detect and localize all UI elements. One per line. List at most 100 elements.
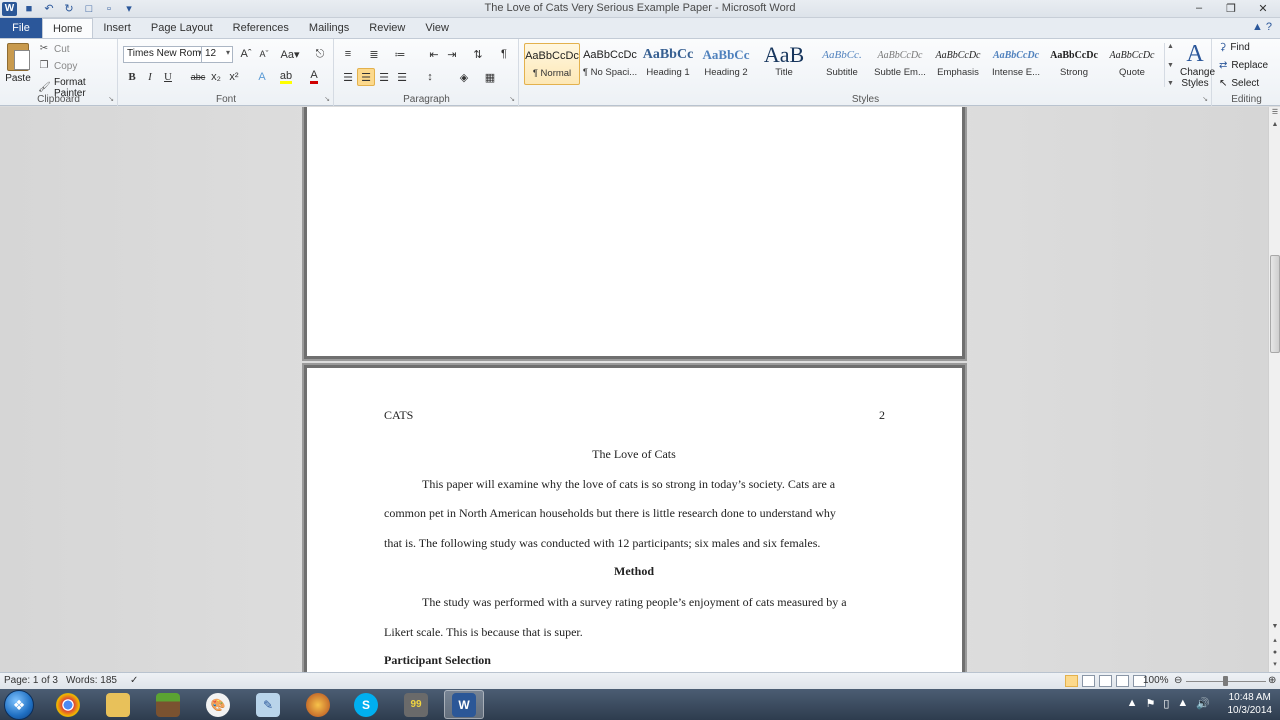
subscript-icon[interactable]: x₂ [207,68,225,86]
browse-object-icon[interactable]: ● [1269,647,1280,659]
taskbar-word[interactable]: W [444,690,484,719]
text-effects-icon[interactable]: A [253,68,271,86]
zoom-out-icon[interactable]: ⊖ [1174,675,1182,686]
bold-icon[interactable]: B [123,68,141,86]
style-intense-emphasis[interactable]: AaBbCcDc Intense E... [988,43,1044,85]
body-line[interactable]: Likert scale. This is because that is su… [384,618,884,648]
gallery-more-icon[interactable]: ▼ [1167,80,1174,87]
paste-button[interactable]: Paste [4,43,32,84]
align-right-icon[interactable]: ☰ [375,68,393,86]
body-line[interactable]: The study was performed with a survey ra… [384,588,884,618]
tab-insert[interactable]: Insert [93,18,141,38]
style-heading-2[interactable]: AaBbCc Heading 2 [698,43,754,85]
document-page-1[interactable] [307,107,962,356]
document-workspace[interactable]: CATS 2 The Love of Cats This paper will … [0,107,1268,672]
start-button[interactable]: ❖ [4,690,34,720]
change-case-icon[interactable]: Aa▾ [281,45,300,63]
help-icon[interactable]: ▲ ? [1252,21,1272,33]
font-launcher-icon[interactable]: ↘ [324,95,330,103]
chevron-up-icon[interactable]: ▲ [1167,43,1174,50]
running-head[interactable]: CATS [384,408,413,423]
taskbar-explorer[interactable] [98,690,138,719]
zoom-in-icon[interactable]: ⊕ [1268,675,1276,686]
find-button[interactable]: ⚳ Find [1219,42,1250,53]
print-layout-view-icon[interactable] [1065,675,1078,687]
increase-indent-icon[interactable]: ⇥ [443,45,461,63]
select-button[interactable]: ↖ Select [1219,78,1259,89]
web-layout-icon[interactable] [1099,675,1112,687]
scroll-thumb[interactable] [1270,255,1280,353]
style-quote[interactable]: AaBbCcDc Quote [1104,43,1160,85]
style-no-spacing[interactable]: AaBbCcDc ¶ No Spaci... [582,43,638,85]
scroll-up-icon[interactable]: ▲ [1269,119,1280,131]
scroll-down-icon[interactable]: ▼ [1269,621,1280,633]
change-styles-button[interactable]: A Change Styles [1180,41,1215,89]
decrease-indent-icon[interactable]: ⇤ [425,45,443,63]
replace-button[interactable]: ⇄ Replace [1219,60,1268,71]
tab-mailings[interactable]: Mailings [299,18,359,38]
taskbar-minecraft[interactable] [148,690,188,719]
tab-references[interactable]: References [223,18,299,38]
justify-icon[interactable]: ☰ [393,68,411,86]
highlight-color-icon[interactable]: ab [277,68,295,86]
styles-launcher-icon[interactable]: ↘ [1202,95,1208,103]
italic-icon[interactable]: I [141,68,159,86]
line-spacing-icon[interactable]: ↕ [421,68,439,86]
font-name-combo[interactable]: Times New Rom ▾ [123,46,205,63]
tab-review[interactable]: Review [359,18,415,38]
style-subtitle[interactable]: AaBbCc. Subtitle [814,43,870,85]
font-size-combo[interactable]: 12 ▾ [201,46,233,63]
outline-view-icon[interactable] [1116,675,1129,687]
method-heading[interactable]: Method [384,564,884,579]
close-icon[interactable]: ✕ [1250,0,1276,16]
tab-page-layout[interactable]: Page Layout [141,18,223,38]
clipboard-launcher-icon[interactable]: ↘ [108,95,114,103]
style-subtle-emphasis[interactable]: AaBbCcDc Subtle Em... [872,43,928,85]
style-normal[interactable]: AaBbCcDc ¶ Normal [524,43,580,85]
align-left-icon[interactable]: ☰ [339,68,357,86]
body-line[interactable]: common pet in North American households … [384,499,884,529]
taskbar-skype[interactable]: S [346,690,386,719]
restore-icon[interactable]: ❐ [1218,0,1244,16]
next-page-icon[interactable]: ▾ [1269,659,1280,671]
style-strong[interactable]: AaBbCcDc Strong [1046,43,1102,85]
shading-icon[interactable]: ◈ [455,68,473,86]
tab-home[interactable]: Home [42,18,94,38]
taskbar-chrome[interactable] [48,690,88,719]
font-color-icon[interactable]: A [305,68,323,86]
volume-icon[interactable]: 🔊 [1196,697,1210,710]
style-heading-1[interactable]: AaBbCc Heading 1 [640,43,696,85]
taskbar-notepad[interactable]: ✎ [248,690,288,719]
previous-page-icon[interactable]: ▴ [1269,635,1280,647]
paper-title[interactable]: The Love of Cats [384,447,884,462]
copy-button[interactable]: ❐ Copy [38,60,78,72]
cut-button[interactable]: ✂ Cut [38,43,70,55]
shrink-font-icon[interactable]: Aˇ [255,45,273,63]
tab-view[interactable]: View [415,18,459,38]
paragraph-launcher-icon[interactable]: ↘ [509,95,515,103]
taskbar-tool[interactable]: 99 [396,690,436,719]
body-line[interactable]: that is. The following study was conduct… [384,529,884,559]
page-count[interactable]: Page: 1 of 3 [4,675,58,686]
superscript-icon[interactable]: x² [225,68,243,86]
word-count[interactable]: Words: 185 [66,675,117,686]
document-page-2[interactable]: CATS 2 The Love of Cats This paper will … [307,368,962,672]
signal-icon[interactable]: ▲ [1177,697,1188,710]
sort-icon[interactable]: ⇅ [469,45,487,63]
vertical-scrollbar[interactable]: ☰ ▲ ▼ ▴ ● ▾ [1268,107,1280,672]
borders-icon[interactable]: ▦ [481,68,499,86]
grow-font-icon[interactable]: Aˆ [237,45,255,63]
show-hide-icon[interactable]: ¶ [495,45,513,63]
flag-icon[interactable]: ⚑ [1145,697,1155,710]
show-hidden-icons-icon[interactable]: ▲ [1127,697,1138,710]
taskbar-paint[interactable]: 🎨 [198,690,238,719]
underline-icon[interactable]: U [159,68,177,86]
style-title[interactable]: AaB Title [756,43,812,85]
ruler-toggle-icon[interactable]: ☰ [1269,107,1280,119]
numbering-icon[interactable]: ≣ [365,45,383,63]
chevron-down-icon[interactable]: ▼ [1167,62,1174,69]
system-clock[interactable]: 10:48 AM 10/3/2014 [1228,691,1273,717]
page-number[interactable]: 2 [879,408,885,423]
zoom-level[interactable]: 100% [1143,675,1169,686]
bullets-icon[interactable]: ≡ [339,45,357,63]
